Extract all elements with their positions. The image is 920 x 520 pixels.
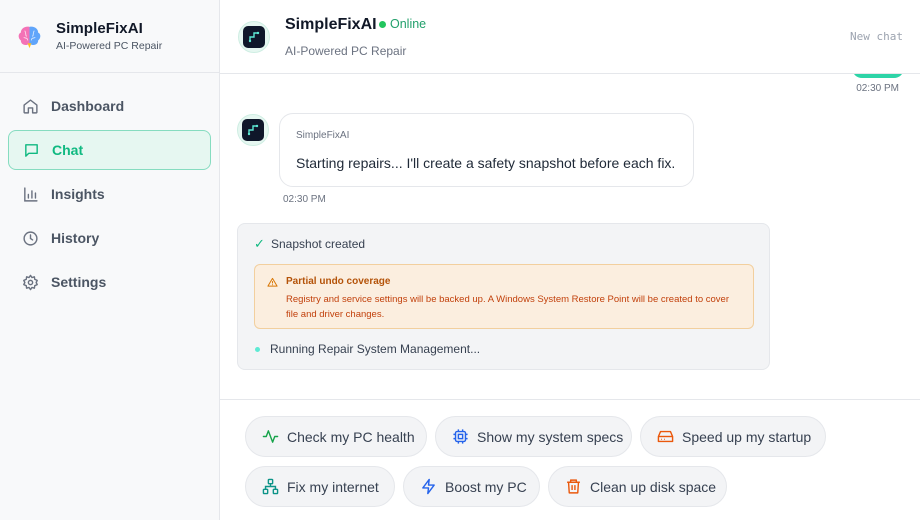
warning-box: Partial undo coverage Registry and servi… (254, 264, 754, 329)
check-icon: ✓ (254, 236, 265, 251)
bot-message-bubble: SimpleFixAI Starting repairs... I'll cre… (279, 113, 694, 187)
fix-internet-button[interactable]: Fix my internet (245, 466, 395, 507)
brand: SimpleFixAI AI-Powered PC Repair (0, 0, 219, 73)
hard-drive-icon (656, 428, 674, 446)
page-subtitle: AI-Powered PC Repair (285, 44, 407, 58)
bot-message-timestamp: 02:30 PM (283, 194, 326, 205)
sidebar-item-dashboard[interactable]: Dashboard (8, 86, 211, 126)
repair-status-card: ✓ Snapshot created Partial undo coverage… (237, 223, 770, 370)
brand-name: SimpleFixAI (56, 20, 143, 37)
action-label: Fix my internet (287, 478, 379, 495)
brand-tagline: AI-Powered PC Repair (56, 40, 163, 52)
progress-dot (255, 347, 260, 352)
sidebar-item-label: Settings (51, 274, 107, 290)
show-system-specs-button[interactable]: Show my system specs (435, 416, 632, 457)
bot-avatar (238, 21, 270, 53)
message-text: Starting repairs... I'll create a safety… (296, 155, 676, 171)
snapshot-status: Snapshot created (271, 237, 366, 251)
chat-icon (22, 141, 40, 159)
sidebar-item-label: History (51, 230, 100, 246)
trash-icon (564, 478, 582, 496)
warning-title: Partial undo coverage (286, 276, 391, 287)
clock-icon (21, 229, 39, 247)
new-chat-button[interactable]: New chat (850, 30, 903, 43)
warning-icon (267, 277, 278, 287)
clean-disk-space-button[interactable]: Clean up disk space (548, 466, 727, 507)
status-badge: Online (390, 17, 427, 31)
sidebar: SimpleFixAI AI-Powered PC Repair Dashboa… (0, 0, 220, 520)
sidebar-item-settings[interactable]: Settings (8, 262, 211, 302)
user-message-timestamp: 02:30 PM (856, 83, 899, 94)
user-message-bubble (852, 74, 904, 78)
action-label: Show my system specs (477, 428, 624, 445)
app-window: SimpleFixAI AI-Powered PC Repair Dashboa… (0, 0, 920, 520)
sidebar-item-insights[interactable]: Insights (8, 174, 211, 214)
circuit-icon (248, 31, 260, 43)
sidebar-item-label: Insights (51, 186, 105, 202)
circuit-icon (247, 124, 259, 136)
page-title: SimpleFixAI (285, 16, 377, 33)
running-status: Running Repair System Management... (270, 342, 481, 356)
activity-icon (261, 428, 279, 446)
message-sender: SimpleFixAI (296, 130, 350, 141)
action-label: Speed up my startup (682, 428, 812, 445)
brain-logo-icon (18, 26, 41, 49)
boost-pc-button[interactable]: Boost my PC (403, 466, 540, 507)
chat-header: SimpleFixAI Online AI-Powered PC Repair … (220, 0, 920, 74)
bar-chart-icon (21, 185, 39, 203)
action-label: Clean up disk space (590, 478, 717, 495)
quick-actions: Check my PC health Show my system specs … (220, 399, 920, 520)
sidebar-item-label: Chat (52, 142, 84, 158)
network-icon (261, 478, 279, 496)
sidebar-item-chat[interactable]: Chat (8, 130, 211, 170)
sidebar-item-label: Dashboard (51, 98, 125, 114)
online-status-dot (379, 21, 386, 28)
lightning-icon (419, 478, 437, 496)
gear-icon (21, 273, 39, 291)
check-pc-health-button[interactable]: Check my PC health (245, 416, 427, 457)
sidebar-item-history[interactable]: History (8, 218, 211, 258)
cpu-icon (451, 428, 469, 446)
action-label: Boost my PC (445, 478, 527, 495)
action-label: Check my PC health (287, 428, 415, 445)
warning-body: Registry and service settings will be ba… (286, 294, 730, 320)
chat-messages: 02:30 PM SimpleFixAI Starting repairs...… (220, 74, 920, 399)
home-icon (21, 97, 39, 115)
speed-up-startup-button[interactable]: Speed up my startup (640, 416, 826, 457)
bot-avatar (237, 114, 269, 146)
